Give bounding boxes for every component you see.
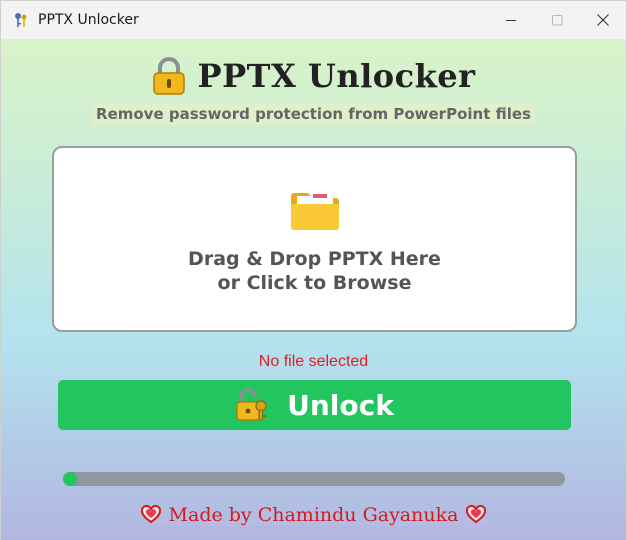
progress-bar-fill [63,472,77,486]
title-bar[interactable]: PPTX Unlocker [1,1,626,39]
heart-icon [466,505,487,524]
footer-text: Made by Chamindu Gayanuka [168,504,459,526]
subtitle-text: Remove password protection from PowerPoi… [92,103,535,125]
window-title: PPTX Unlocker [38,12,139,28]
unlock-key-icon [236,388,267,421]
maximize-button[interactable] [534,1,580,39]
minimize-button[interactable] [488,1,534,39]
footer-credit: Made by Chamindu Gayanuka [1,504,626,526]
app-window: PPTX Unlocker PPTX Unlocker Remove passw… [0,0,627,540]
unlock-button-label: Unlock [287,388,394,422]
minimize-icon [505,19,516,21]
drop-zone-instruction: Drag & Drop PPTX Here [188,248,441,270]
unlock-button[interactable]: Unlock [58,380,571,430]
progress-bar [63,472,565,486]
page-subtitle: Remove password protection from PowerPoi… [1,103,626,125]
lock-icon [152,57,185,95]
app-content: PPTX Unlocker Remove password protection… [1,39,626,540]
maximize-icon [551,14,562,25]
folder-icon [291,193,339,230]
drop-zone-browse-hint: or Click to Browse [217,272,412,294]
close-button[interactable] [580,1,626,39]
file-status-label: No file selected [258,353,369,370]
page-title: PPTX Unlocker [197,57,476,95]
close-icon [597,14,609,26]
page-header: PPTX Unlocker [1,57,626,95]
file-drop-zone[interactable]: Drag & Drop PPTX Here or Click to Browse [52,146,577,332]
key-app-icon [13,12,29,28]
heart-icon [140,505,161,524]
